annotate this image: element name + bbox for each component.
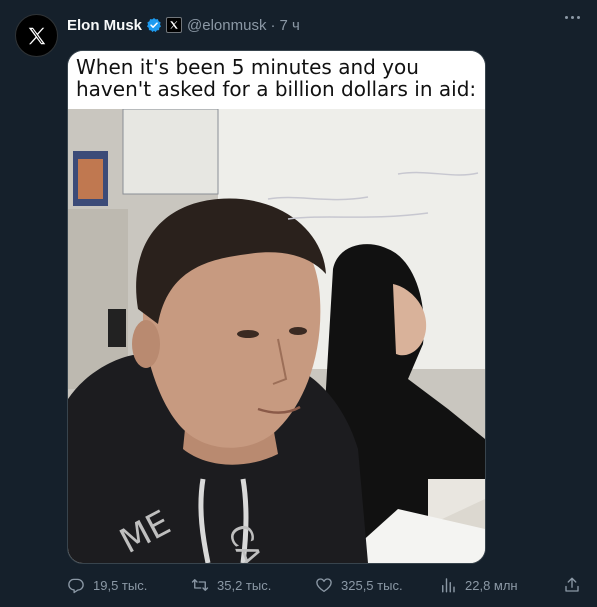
- repost-button[interactable]: 35,2 тыс.: [191, 576, 315, 594]
- reply-button[interactable]: 19,5 тыс.: [67, 576, 191, 594]
- avatar[interactable]: [15, 14, 58, 57]
- views-button[interactable]: 22,8 млн: [439, 576, 563, 594]
- like-button[interactable]: 325,5 тыс.: [315, 576, 439, 594]
- tweet-actions: 19,5 тыс. 35,2 тыс. 325,5 тыс. 22,8 млн: [67, 575, 587, 595]
- meme-caption-line: When it's been 5 minutes and you: [76, 55, 419, 79]
- repost-count: 35,2 тыс.: [217, 577, 272, 593]
- analytics-icon: [442, 578, 455, 593]
- reply-icon: [68, 578, 84, 594]
- author-handle[interactable]: @elonmusk: [187, 17, 266, 34]
- heart-icon: [316, 578, 332, 593]
- share-button[interactable]: [563, 576, 581, 594]
- repost-icon: [191, 579, 209, 591]
- tweet-media[interactable]: When it's been 5 minutes and you haven't…: [67, 50, 486, 564]
- meme-photo: ME CAN: [68, 109, 485, 563]
- more-options-icon[interactable]: [565, 16, 580, 19]
- like-count: 325,5 тыс.: [341, 577, 403, 593]
- author-name[interactable]: Elon Musk: [67, 17, 142, 34]
- affiliate-x-icon[interactable]: [166, 17, 183, 33]
- share-icon: [565, 577, 579, 592]
- verified-badge-icon[interactable]: [146, 17, 162, 33]
- meme-caption-line: haven't asked for a billion dollars in a…: [76, 77, 477, 101]
- x-logo-icon: [28, 27, 45, 44]
- reply-count: 19,5 тыс.: [93, 577, 148, 593]
- timestamp[interactable]: 7 ч: [279, 17, 299, 34]
- tweet: Elon Musk @elonmusk · 7 ч When it's been…: [0, 0, 597, 607]
- separator-dot: ·: [270, 16, 276, 34]
- meme-caption: When it's been 5 minutes and you haven't…: [68, 51, 485, 109]
- views-count: 22,8 млн: [465, 577, 518, 593]
- tweet-header: Elon Musk @elonmusk · 7 ч: [67, 15, 577, 35]
